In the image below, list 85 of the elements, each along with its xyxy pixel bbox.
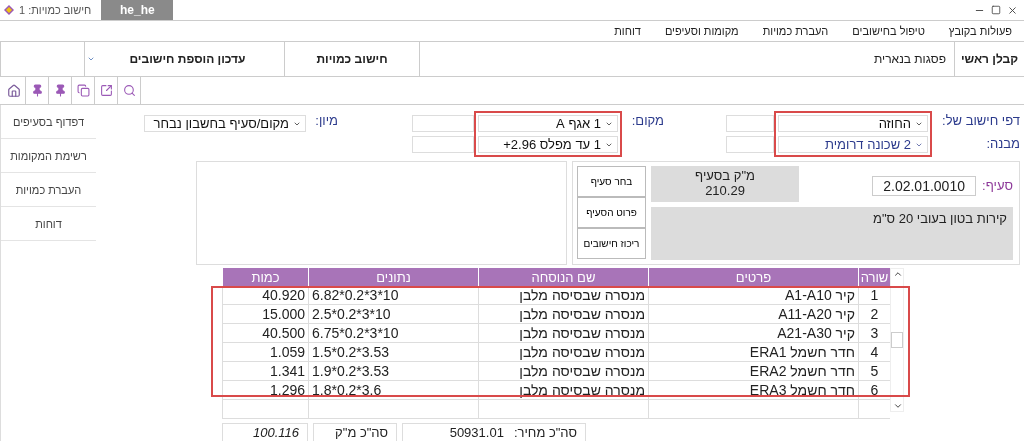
table-cell: 1.341: [222, 362, 308, 381]
dropdown[interactable]: החוזה: [778, 115, 928, 132]
table-cell: 40.500: [222, 324, 308, 343]
table-cell: 1.059: [222, 343, 308, 362]
input-field[interactable]: [412, 136, 474, 153]
input-field[interactable]: [726, 115, 774, 132]
table-cell: חדר חשמל ERA1: [648, 343, 858, 362]
window-title: 1 :חישוב כמויות: [19, 4, 92, 16]
column-header: שם הנוסחה: [478, 268, 648, 286]
volume-label: מ"ק בסעיף: [695, 168, 755, 183]
action-button[interactable]: בחר סעיף: [577, 166, 646, 197]
table-cell: מנסרה שבסיסה מלבן: [478, 362, 648, 381]
field-label: מיון:: [314, 113, 338, 130]
window-icon: [99, 84, 113, 97]
scrollbar[interactable]: [890, 268, 904, 412]
column-header: כמות: [222, 268, 308, 286]
table-cell: 1.5*0.2*3.53: [308, 343, 478, 362]
menu-item[interactable]: העברת כמויות: [762, 25, 829, 41]
table-cell: 1.8*0.2*3.6: [308, 381, 478, 400]
dropdown[interactable]: 1 אגף A: [478, 115, 618, 132]
table-cell: קיר A1-A10: [648, 286, 858, 305]
table-cell: 1.296: [222, 381, 308, 400]
column-header: פרטים: [648, 268, 858, 286]
field-label: סעיף:: [982, 177, 1013, 195]
windows-icon: [76, 84, 90, 97]
table-cell: 6: [858, 381, 890, 400]
table-cell: 40.920: [222, 286, 308, 305]
description-box: קירות בטון בעובי 20 ס"מ: [651, 207, 1013, 260]
table-cell: מנסרה שבסיסה מלבן: [478, 343, 648, 362]
caret-icon: [87, 55, 95, 63]
project-name: פסגות בנארית: [419, 42, 954, 76]
action-button[interactable]: ריכוז חישובים: [577, 228, 646, 259]
input-field[interactable]: [412, 115, 474, 132]
input-field[interactable]: 2.02.01.0010: [872, 176, 977, 196]
dropdown[interactable]: מקום/סעיף בחשבון נבחר: [144, 115, 306, 132]
empty-cell: [858, 400, 890, 419]
dropdown[interactable]: 2 שכונה דרומית: [778, 136, 928, 153]
pin-icon: [30, 84, 44, 97]
volume-value: 210.29: [705, 183, 745, 198]
menu-item[interactable]: דוחות: [614, 25, 641, 41]
maximize-icon[interactable]: [991, 5, 1001, 15]
search-icon: [122, 84, 136, 97]
table-cell: 15.000: [222, 305, 308, 324]
mode-label: חישוב כמויות: [284, 42, 419, 76]
table-cell: חדר חשמל ERA2: [648, 362, 858, 381]
menu-item[interactable]: טיפול בחישובים: [852, 25, 925, 41]
action-button[interactable]: פרוט הסעיף: [577, 197, 646, 228]
scroll-up-icon: [893, 269, 903, 279]
table-cell: מנסרה שבסיסה מלבן: [478, 324, 648, 343]
table-cell: מנסרה שבסיסה מלבן: [478, 305, 648, 324]
dropdown[interactable]: 1 עד מפלס 2.96+: [478, 136, 618, 153]
total-value: 100.116: [222, 423, 308, 441]
column-header: שורה: [858, 268, 890, 286]
field-label: דפי חישוב של:: [941, 113, 1020, 130]
table-cell: 1.9*0.2*3.53: [308, 362, 478, 381]
table-cell: 5: [858, 362, 890, 381]
header-label: קבלן ראשי: [954, 42, 1024, 76]
table-cell: 3: [858, 324, 890, 343]
field-label: מקום:: [630, 113, 664, 130]
scroll-thumb[interactable]: [891, 332, 903, 348]
close-icon[interactable]: [1007, 4, 1018, 16]
table-cell: 1: [858, 286, 890, 305]
total-value: 50931.01: [449, 425, 504, 440]
table-cell: קיר A21-A30: [648, 324, 858, 343]
table-cell: מנסרה שבסיסה מלבן: [478, 381, 648, 400]
total-label: סה"כ מ"ק: [313, 423, 397, 441]
menu-item[interactable]: פעולות בקובץ: [948, 25, 1012, 41]
table-cell: קיר A11-A20: [648, 305, 858, 324]
table-cell: 6.82*0.2*3*10: [308, 286, 478, 305]
action-dropdown[interactable]: עדכון הוספת חישובים: [84, 42, 284, 76]
column-header: נתונים: [308, 268, 478, 286]
pin-icon: [53, 84, 67, 97]
input-field[interactable]: [726, 136, 774, 153]
table-cell: 2: [858, 305, 890, 324]
table-cell: 4: [858, 343, 890, 362]
scroll-down-icon: [893, 401, 903, 411]
table-cell: מנסרה שבסיסה מלבן: [478, 286, 648, 305]
logo-icon: [3, 4, 15, 16]
total-label: סה"כ מחיר:: [513, 425, 577, 440]
home-icon: [7, 83, 21, 98]
table-cell: חדר חשמל ERA3: [648, 381, 858, 400]
menu-item[interactable]: מקומות וסעיפים: [664, 25, 739, 41]
table-cell: 6.75*0.2*3*10: [308, 324, 478, 343]
field-label: מבנה:: [985, 136, 1020, 153]
table-cell: 2.5*0.2*3*10: [308, 305, 478, 324]
